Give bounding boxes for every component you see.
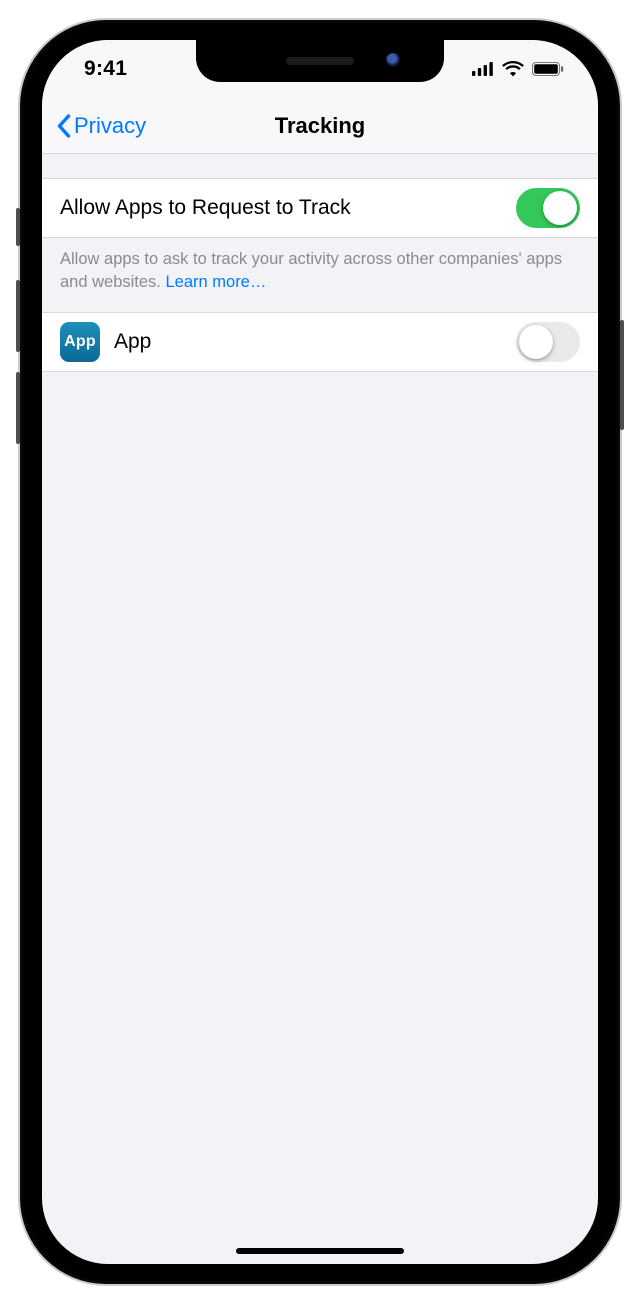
device-frame: 9:41 Privacy Tracking (20, 20, 620, 1284)
cellular-icon (472, 62, 494, 76)
front-camera (386, 53, 400, 67)
footer-text: Allow apps to ask to track your activity… (60, 250, 562, 291)
chevron-left-icon (56, 114, 72, 138)
home-indicator[interactable] (236, 1248, 404, 1254)
allow-request-toggle[interactable] (516, 188, 580, 228)
nav-bar: Privacy Tracking (42, 98, 598, 154)
content: Allow Apps to Request to Track Allow app… (42, 154, 598, 372)
toggle-knob (543, 191, 577, 225)
toggle-knob (519, 325, 553, 359)
app-icon: App (60, 322, 100, 362)
back-label: Privacy (74, 113, 146, 139)
app-toggle[interactable] (516, 322, 580, 362)
speaker-grille (286, 57, 354, 65)
wifi-icon (502, 61, 524, 77)
app-label: App (114, 330, 151, 354)
notch (196, 40, 444, 82)
allow-request-label: Allow Apps to Request to Track (60, 196, 351, 220)
learn-more-link[interactable]: Learn more… (165, 273, 266, 291)
mute-switch (16, 208, 20, 246)
allow-request-cell: Allow Apps to Request to Track (42, 178, 598, 238)
section-footer: Allow apps to ask to track your activity… (42, 238, 598, 312)
status-time: 9:41 (70, 57, 127, 81)
app-cell: App App (42, 312, 598, 372)
battery-icon (532, 62, 564, 76)
back-button[interactable]: Privacy (50, 113, 146, 139)
volume-up-button (16, 280, 20, 352)
screen: 9:41 Privacy Tracking (42, 40, 598, 1264)
power-button (620, 320, 624, 430)
volume-down-button (16, 372, 20, 444)
status-indicators (472, 61, 570, 77)
